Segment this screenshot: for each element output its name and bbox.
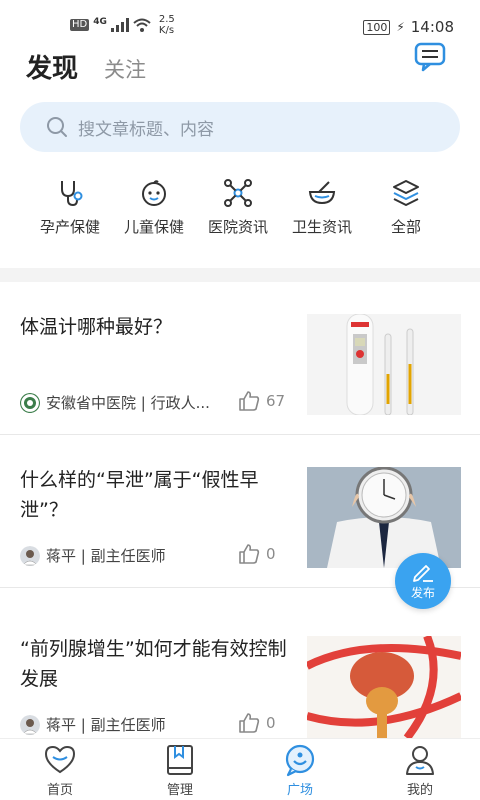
charging-icon: ⚡ [396,20,405,34]
hospital-logo [20,392,40,413]
bottom-nav: 首页 管理 广场 我的 [0,738,480,800]
pen-icon [413,565,433,582]
layers-icon [393,180,419,206]
chat-bubble-icon [285,744,315,777]
nav-home[interactable]: 首页 [0,739,120,800]
article-thumbnail [307,314,461,415]
article-thumbnail [307,636,461,738]
thumbs-up-icon [239,713,260,733]
search-bar[interactable]: 搜文章标题、内容 [20,102,460,152]
like-count: 0 [266,714,276,732]
category-child-care[interactable]: 儿童保健 [112,178,196,237]
avatar [20,714,40,735]
baby-face-icon [142,180,166,206]
status-bar: HD 4G 2.5 K/s 100 ⚡ 14:08 [0,0,480,36]
publish-button[interactable]: 发布 [395,553,451,609]
molecule-icon [224,179,252,207]
category-maternal-care[interactable]: 孕产保健 [28,178,112,237]
book-icon [167,745,193,775]
top-tabs: 发现 关注 [26,48,146,85]
like-button[interactable]: 0 [238,543,276,565]
network-speed: 2.5 K/s [158,14,175,36]
article-author: 蒋平 | 副主任医师 [20,714,166,735]
author-label: 蒋平 | 副主任医师 [46,547,166,565]
category-label: 医院资讯 [207,218,268,236]
nav-label: 广场 [286,783,313,798]
nav-profile[interactable]: 我的 [360,739,480,800]
tab-discover[interactable]: 发现 [26,48,78,85]
category-label: 卫生资讯 [291,218,352,236]
nav-label: 首页 [46,783,73,798]
like-count: 67 [266,392,286,410]
battery-indicator: 100 [363,19,391,35]
search-icon [47,117,67,137]
clock: 14:08 [410,18,454,36]
article-title: 体温计哪种最好？ [20,316,173,338]
article-author: 蒋平 | 副主任医师 [20,545,166,566]
thumbs-up-icon [239,544,260,564]
like-button[interactable]: 0 [238,712,276,734]
network-type: 4G [93,17,107,27]
category-health-news[interactable]: 卫生资讯 [280,178,364,237]
article-title: “前列腺增生”如何才能有效控制发展 [20,638,287,690]
nav-square[interactable]: 广场 [240,739,360,800]
tab-follow[interactable]: 关注 [104,54,146,84]
nav-label: 我的 [406,783,433,798]
like-button[interactable]: 67 [238,390,285,412]
category-label: 儿童保健 [123,218,184,236]
author-label: 安徽省中医院 | 行政人... [46,394,210,412]
author-label: 蒋平 | 副主任医师 [46,716,166,734]
stethoscope-icon [61,181,83,207]
person-icon [406,746,434,775]
like-count: 0 [266,545,276,563]
category-hospital-news[interactable]: 医院资讯 [196,178,280,237]
signal-icon [110,18,129,32]
category-all[interactable]: 全部 [364,178,448,237]
hd-indicator: HD [70,19,90,31]
category-label: 全部 [390,218,421,236]
mortar-bowl-icon [308,181,336,205]
nav-label: 管理 [166,783,193,798]
section-divider [0,268,480,282]
message-button[interactable] [414,42,446,72]
search-placeholder: 搜文章标题、内容 [78,119,214,140]
article-item[interactable]: 体温计哪种最好？ 安徽省中医院 | 行政人... 67 [0,282,480,434]
nav-manage[interactable]: 管理 [120,739,240,800]
article-author: 安徽省中医院 | 行政人... [20,392,210,413]
wifi-icon [133,18,151,32]
publish-label: 发布 [410,586,435,600]
heart-icon [44,745,76,774]
message-icon [414,42,446,72]
article-title: 什么样的“早泄”属于“假性早泄”？ [20,469,259,521]
article-item[interactable]: “前列腺增生”如何才能有效控制发展 蒋平 | 副主任医师 0 [0,604,480,738]
category-label: 孕产保健 [39,218,100,236]
thumbs-up-icon [239,391,260,411]
avatar [20,545,40,566]
category-row: 孕产保健 儿童保健 医院资讯 卫生资讯 全部 [0,178,480,237]
article-thumbnail [307,467,461,568]
